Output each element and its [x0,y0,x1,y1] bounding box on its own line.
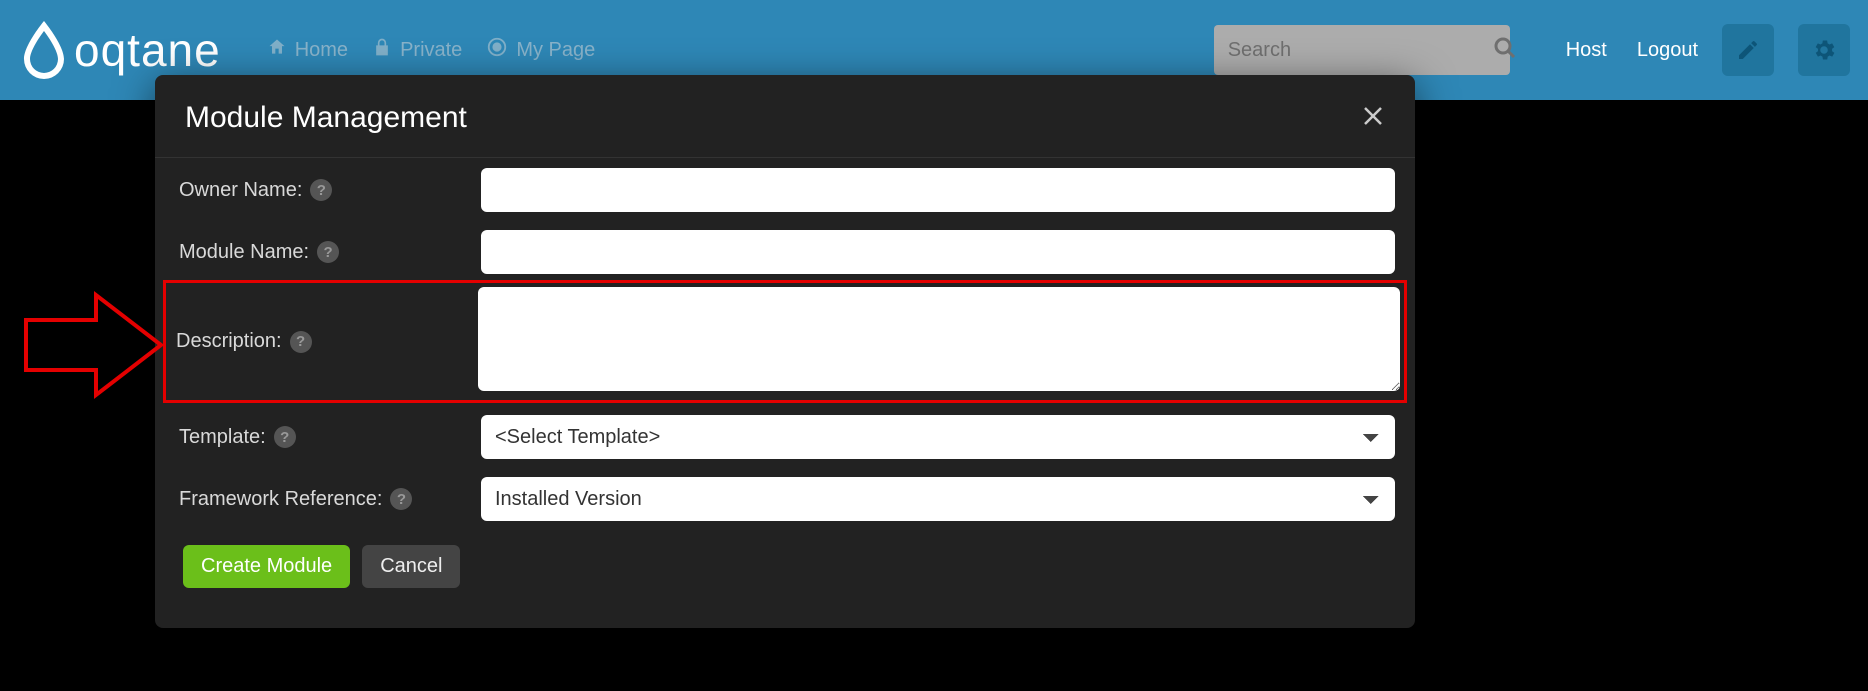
host-link[interactable]: Host [1566,39,1607,62]
owner-name-label: Owner Name: [179,179,302,202]
help-icon[interactable]: ? [310,179,332,201]
framework-row: Framework Reference: ? Installed Version [169,471,1401,527]
template-label: Template: [179,426,266,449]
modal-button-row: Create Module Cancel [169,545,1401,588]
description-label: Description: [176,330,282,353]
description-row: Description: ? [163,280,1407,403]
framework-select[interactable]: Installed Version [481,477,1395,521]
owner-name-row: Owner Name: ? [169,162,1401,218]
brand-logo[interactable]: oqtane [18,19,221,81]
owner-name-label-cell: Owner Name: ? [175,179,481,202]
drop-icon [18,19,70,81]
nav-private-label: Private [400,39,462,62]
module-management-modal: Module Management Owner Name: ? Module N… [155,75,1415,628]
search-box[interactable] [1214,25,1510,75]
module-name-input[interactable] [481,230,1395,274]
home-icon [267,37,287,63]
cancel-button[interactable]: Cancel [362,545,460,588]
help-icon[interactable]: ? [290,331,312,353]
brand-name: oqtane [74,23,221,77]
modal-title: Module Management [185,101,467,135]
description-input[interactable] [478,287,1400,391]
nav-home-label: Home [295,39,348,62]
nav-links: Home Private My Page [267,36,596,64]
settings-button[interactable] [1798,24,1850,76]
edit-button[interactable] [1722,24,1774,76]
owner-name-input[interactable] [481,168,1395,212]
pencil-icon [1736,38,1760,62]
nav-private[interactable]: Private [372,37,462,63]
logout-link[interactable]: Logout [1637,39,1698,62]
description-label-cell: Description: ? [172,330,478,353]
target-icon [486,36,508,64]
help-icon[interactable]: ? [390,488,412,510]
close-icon [1361,104,1385,128]
help-icon[interactable]: ? [317,241,339,263]
nav-home[interactable]: Home [267,37,348,63]
modal-body: Owner Name: ? Module Name: ? Description… [155,158,1415,588]
modal-close-button[interactable] [1361,104,1385,132]
user-links: Host Logout [1566,39,1698,62]
template-label-cell: Template: ? [175,426,481,449]
lock-icon [372,37,392,63]
module-name-row: Module Name: ? [169,224,1401,280]
search-icon[interactable] [1493,36,1517,65]
modal-header: Module Management [155,75,1415,158]
template-select[interactable]: <Select Template> [481,415,1395,459]
nav-mypage-label: My Page [516,39,595,62]
nav-mypage[interactable]: My Page [486,36,595,64]
help-icon[interactable]: ? [274,426,296,448]
template-row: Template: ? <Select Template> [169,409,1401,465]
framework-label: Framework Reference: [179,488,382,511]
gear-icon [1811,37,1837,63]
module-name-label: Module Name: [179,241,309,264]
framework-label-cell: Framework Reference: ? [175,488,481,511]
search-input[interactable] [1228,39,1493,62]
module-name-label-cell: Module Name: ? [175,241,481,264]
create-module-button[interactable]: Create Module [183,545,350,588]
